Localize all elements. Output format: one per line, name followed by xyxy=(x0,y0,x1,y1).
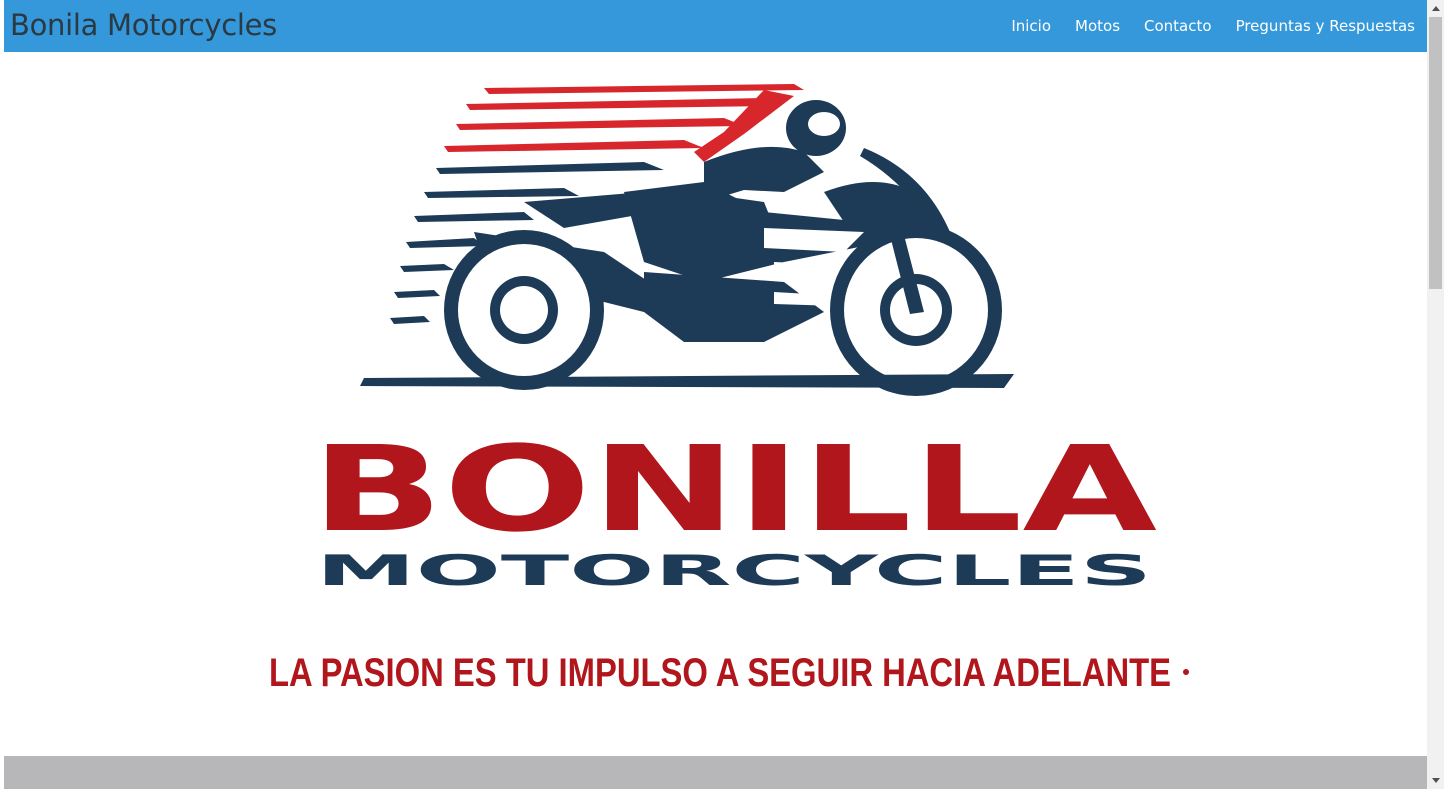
logo-subtitle: MOTORCYCLES xyxy=(316,546,1152,595)
vertical-scrollbar[interactable] xyxy=(1427,0,1444,789)
hero-banner: BONILLA MOTORCYCLES LA PASION ES TU IMPU… xyxy=(4,52,1427,756)
scroll-down-button[interactable] xyxy=(1427,772,1444,789)
page: Bonila Motorcycles Inicio Motos Contacto… xyxy=(4,0,1427,789)
nav-link-motos[interactable]: Motos xyxy=(1075,17,1120,35)
brand-title[interactable]: Bonila Motorcycles xyxy=(10,6,277,44)
nav-link-contacto[interactable]: Contacto xyxy=(1144,17,1212,35)
logo-wordmark: BONILLA xyxy=(311,420,1157,558)
nav-link-inicio[interactable]: Inicio xyxy=(1011,17,1051,35)
tagline-dot-icon xyxy=(1183,669,1189,675)
nav-link-preguntas[interactable]: Preguntas y Respuestas xyxy=(1236,17,1415,35)
footer-band xyxy=(4,756,1427,789)
chevron-down-icon xyxy=(1431,778,1440,783)
logo-tagline: LA PASION ES TU IMPULSO A SEGUIR HACIA A… xyxy=(269,651,1171,695)
scrollbar-thumb[interactable] xyxy=(1429,17,1442,289)
navbar: Bonila Motorcycles Inicio Motos Contacto… xyxy=(4,0,1427,52)
scroll-up-button[interactable] xyxy=(1427,0,1444,17)
nav-links: Inicio Motos Contacto Preguntas y Respue… xyxy=(1011,0,1415,52)
browser-viewport: Bonila Motorcycles Inicio Motos Contacto… xyxy=(0,0,1444,789)
brand-logo-image: BONILLA MOTORCYCLES LA PASION ES TU IMPU… xyxy=(269,84,1189,695)
chevron-up-icon xyxy=(1431,6,1440,11)
